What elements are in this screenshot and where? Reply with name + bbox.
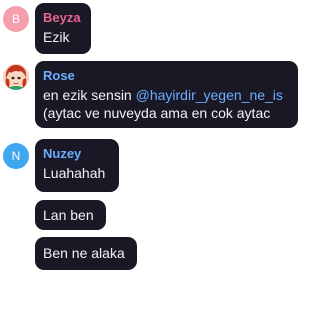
message-text-line: (aytac ve nuveyda ama en cok aytac — [43, 105, 271, 121]
message-bubble[interactable]: Lan ben — [35, 200, 106, 230]
avatar-beyza[interactable]: B — [3, 6, 29, 32]
sender-name[interactable]: Rose — [43, 68, 294, 84]
user-mention-link[interactable]: @hayirdir_yegen_ne_is — [136, 87, 283, 103]
message-text-line: en ezik sensin @hayirdir_yegen_ne_is — [43, 86, 294, 104]
message-text: Ben ne alaka — [43, 245, 125, 261]
red-haired-cartoon-avatar-icon — [3, 64, 29, 90]
message-bubble[interactable]: Rose en ezik sensin @hayirdir_yegen_ne_i… — [35, 61, 298, 128]
message-text: Luahahah — [43, 165, 106, 181]
sender-name[interactable]: Beyza — [43, 10, 82, 26]
chat-message-list: B Beyza Ezik Rose en ezik sensin @hayird… — [0, 0, 304, 320]
message-bubble[interactable]: Ben ne alaka — [35, 237, 137, 270]
avatar-rose[interactable] — [3, 64, 29, 90]
sender-name[interactable]: Nuzey — [43, 146, 110, 162]
message-text: Ezik — [43, 29, 70, 45]
avatar-initial: N — [11, 149, 21, 163]
message-text-prefix: en ezik sensin — [43, 87, 136, 103]
message-bubble[interactable]: Nuzey Luahahah — [35, 139, 119, 192]
avatar-initial: B — [11, 12, 20, 26]
message-text: Lan ben — [43, 207, 94, 223]
avatar-nuzey[interactable]: N — [3, 143, 29, 169]
message-bubble[interactable]: Beyza Ezik — [35, 3, 91, 54]
